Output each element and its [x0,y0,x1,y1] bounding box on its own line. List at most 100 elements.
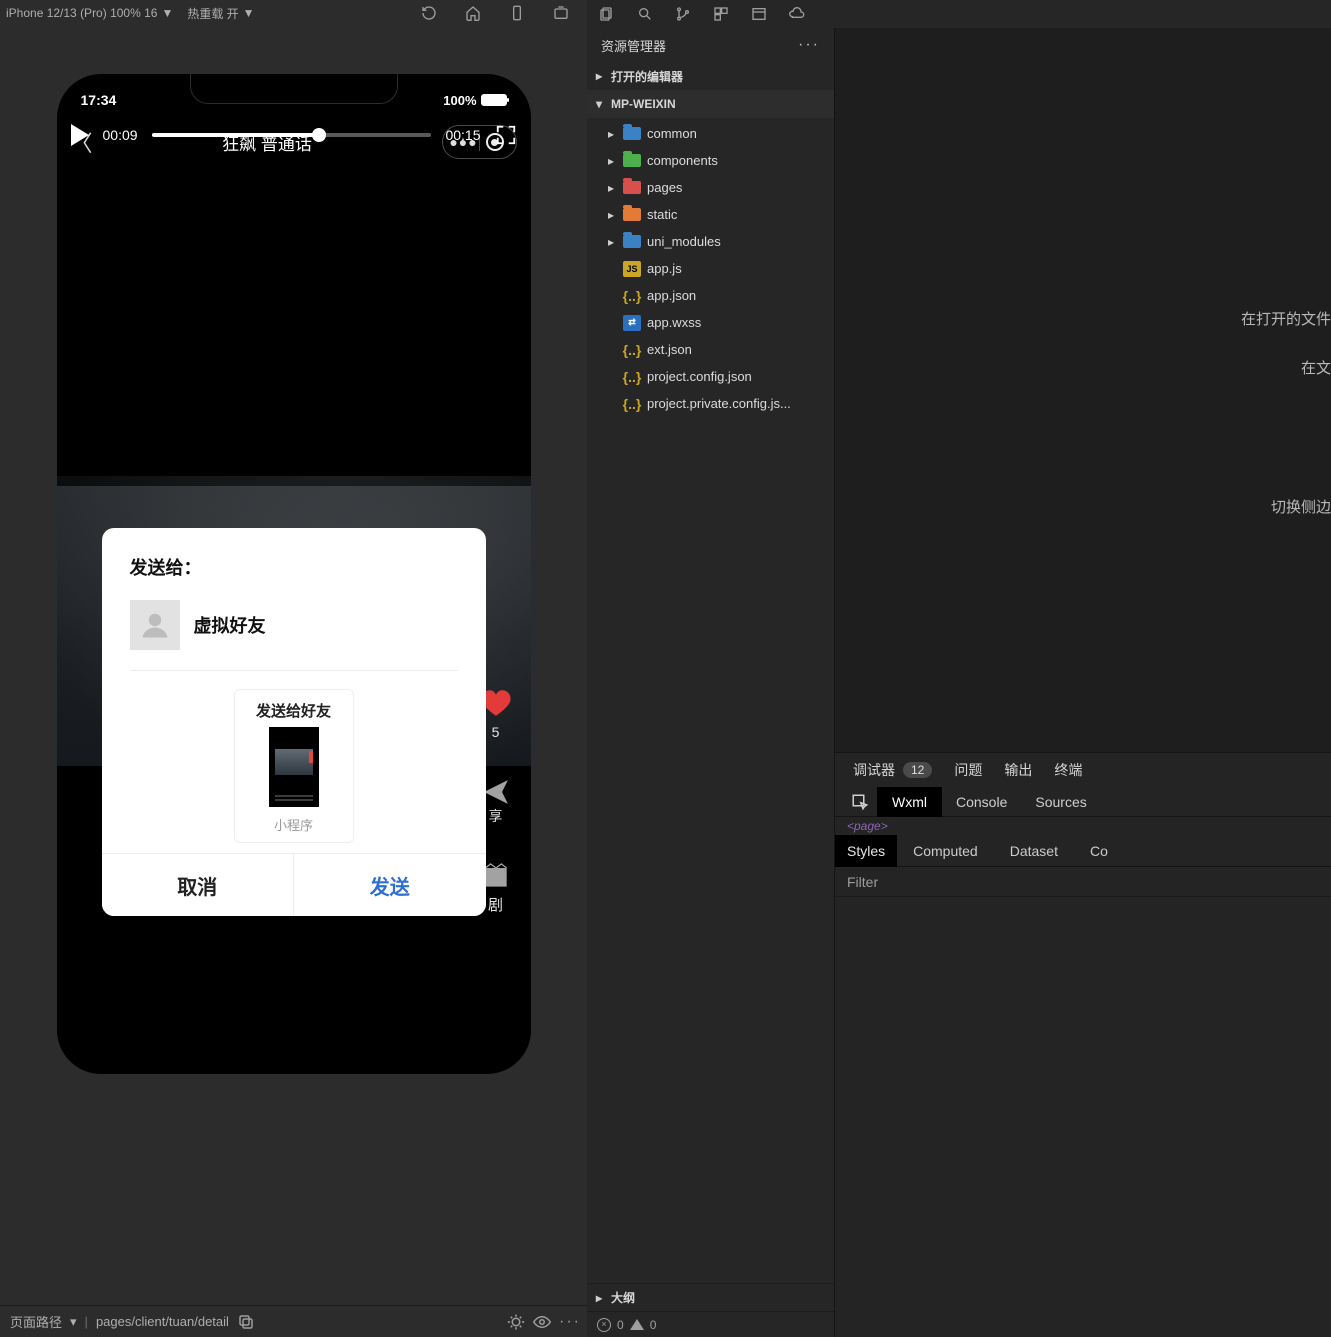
outline-section[interactable]: ▸ 大纲 [587,1283,834,1311]
explorer-panel: 资源管理器 ··· ▸ 打开的编辑器 ▾ MP-WEIXIN ▸common▸c… [587,28,835,1337]
eye-icon[interactable] [533,1313,551,1331]
battery-percent: 100% [443,93,476,108]
inspect-icon[interactable] [843,787,877,817]
branch-icon[interactable] [675,6,691,22]
status-time: 17:34 [81,92,117,108]
search-icon[interactable] [637,6,653,22]
folder-components[interactable]: ▸components [587,147,834,174]
episodes-label: 剧 [488,894,503,915]
tab-computed[interactable]: Computed [897,843,994,859]
copy-icon[interactable] [237,1313,255,1331]
page-path-label[interactable]: 页面路径 [10,1312,62,1331]
file-app-wxss[interactable]: ⇄app.wxss [587,309,834,336]
folder-icon [623,127,641,140]
tab-co[interactable]: Co [1074,843,1124,859]
editor-footer: × 0 0 [587,1311,834,1337]
tab-output[interactable]: 输出 [1004,760,1032,780]
folder-uni_modules[interactable]: ▸uni_modules [587,228,834,255]
error-count: 0 [617,1318,624,1332]
card-thumbnail [269,727,319,807]
share-card[interactable]: 发送给好友 小程序 [234,689,354,843]
main-row: iPhone 12/13 (Pro) 100% 16▼ 热重载 开▼ [0,0,1331,1337]
chevron-down-icon: ▾ [593,97,605,111]
cancel-button[interactable]: 取消 [102,854,295,916]
debugger-badge: 12 [903,762,932,778]
tab-console[interactable]: Console [942,794,1021,810]
bug-icon[interactable] [507,1313,525,1331]
hot-reload-toggle[interactable]: 热重载 开▼ [187,5,254,22]
simulator-viewport: 17:34 100% 〈 狂飙 普通话 ●●● [0,26,587,1305]
more-icon[interactable]: ··· [559,1313,577,1331]
avatar-icon [130,600,180,650]
duration: 00:15 [445,127,480,143]
chevron-right-icon: ▸ [605,235,617,249]
chevron-right-icon: ▸ [605,154,617,168]
progress-knob[interactable] [312,128,326,142]
editor-pane: 资源管理器 ··· ▸ 打开的编辑器 ▾ MP-WEIXIN ▸common▸c… [587,0,1331,1337]
folder-pages[interactable]: ▸pages [587,174,834,201]
explorer-header: 资源管理器 ··· [587,28,834,62]
wxml-root[interactable]: <page> [835,817,1331,835]
file-app-js[interactable]: JSapp.js [587,255,834,282]
chevron-right-icon: ▸ [593,1291,605,1305]
file-app-json[interactable]: {..}app.json [587,282,834,309]
dialog-buttons: 取消 发送 [102,853,486,916]
file-icon: ⇄ [623,315,641,331]
share-dialog: 发送给： 虚拟好友 发送给好友 [102,528,486,916]
editor-column: 在打开的文件 在文 切换侧边 调试器 12 问题 输出 终端 [835,28,1331,1337]
device-label: iPhone 12/13 (Pro) 100% 16 [6,6,157,20]
card-title: 发送给好友 [245,700,343,721]
cloud-icon[interactable] [789,6,805,22]
project-section[interactable]: ▾ MP-WEIXIN [587,90,834,118]
folder-icon [623,208,641,221]
phone-frame: 17:34 100% 〈 狂飙 普通话 ●●● [57,74,531,1074]
tab-terminal[interactable]: 终端 [1054,760,1082,780]
page-path[interactable]: pages/client/tuan/detail [96,1314,229,1329]
battery-icon [481,94,507,106]
editor-empty-hint: 在打开的文件 在文 切换侧边 [1241,308,1331,517]
styles-filter[interactable]: Filter [835,867,1331,897]
friend-name: 虚拟好友 [194,612,266,638]
file-icon: {..} [623,396,641,412]
play-icon[interactable] [71,124,89,146]
expand-icon[interactable] [553,5,569,21]
files-icon[interactable] [599,6,615,22]
file-project-private-config-js-[interactable]: {..}project.private.config.js... [587,390,834,417]
phone-notch [190,74,398,104]
devtools-tabs: 调试器 12 问题 输出 终端 [835,753,1331,787]
send-button[interactable]: 发送 [294,854,486,916]
tab-debugger[interactable]: 调试器 12 [853,760,932,780]
home-icon[interactable] [465,5,481,21]
layout-icon[interactable] [751,6,767,22]
explorer-title: 资源管理器 [601,36,666,55]
tab-problems[interactable]: 问题 [954,760,982,780]
tab-styles[interactable]: Styles [835,835,897,867]
file-icon: JS [623,261,641,277]
rotate-icon[interactable] [509,5,525,21]
folder-icon [623,235,641,248]
extensions-icon[interactable] [713,6,729,22]
tab-dataset[interactable]: Dataset [994,843,1074,859]
tab-sources[interactable]: Sources [1021,794,1100,810]
file-icon: {..} [623,342,641,358]
file-ext-json[interactable]: {..}ext.json [587,336,834,363]
device-selector[interactable]: iPhone 12/13 (Pro) 100% 16▼ [6,6,173,20]
fullscreen-icon[interactable] [495,124,517,146]
chevron-right-icon: ▸ [605,181,617,195]
open-editors-section[interactable]: ▸ 打开的编辑器 [587,62,834,90]
chevron-right-icon: ▸ [605,208,617,222]
folder-common[interactable]: ▸common [587,120,834,147]
file-project-config-json[interactable]: {..}project.config.json [587,363,834,390]
chevron-right-icon: ▸ [593,69,605,83]
devtools-panel: 调试器 12 问题 输出 终端 Wxml Console Sources [835,752,1331,1337]
folder-static[interactable]: ▸static [587,201,834,228]
friend-row[interactable]: 虚拟好友 [130,600,458,671]
warning-icon[interactable] [630,1319,644,1330]
tab-wxml[interactable]: Wxml [877,787,942,817]
progress-track[interactable] [152,133,432,137]
card-subtitle: 小程序 [245,815,343,834]
refresh-icon[interactable] [421,5,437,21]
error-icon[interactable]: × [597,1318,611,1332]
explorer-more-icon[interactable]: ··· [798,36,820,54]
folder-icon [623,154,641,167]
